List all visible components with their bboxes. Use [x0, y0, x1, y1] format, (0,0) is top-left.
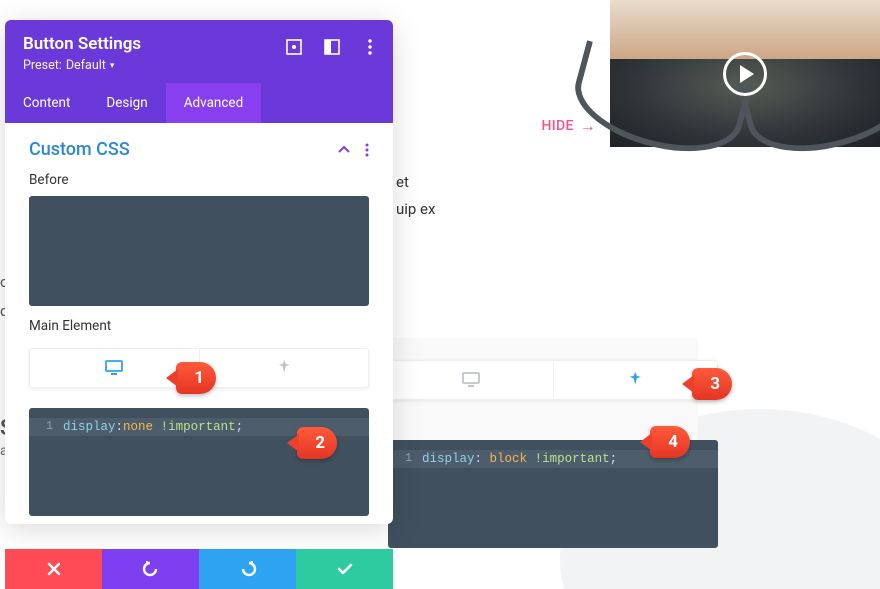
- responsive-tab-strip-right: [388, 360, 718, 400]
- preset-dropdown[interactable]: Preset: Default ▾: [23, 58, 375, 73]
- before-code-input[interactable]: [29, 196, 369, 306]
- tab-advanced[interactable]: Advanced: [166, 83, 262, 123]
- line-number: 1: [388, 452, 422, 465]
- bg-text-fragment: et: [396, 168, 409, 197]
- section-custom-css: Custom CSS Before Main Element: [5, 123, 393, 524]
- tab-design[interactable]: Design: [88, 83, 165, 123]
- section-title: Custom CSS: [29, 139, 130, 160]
- sticky-tab[interactable]: [200, 349, 369, 387]
- code-content: display: block !important;: [422, 452, 617, 466]
- monitor-icon: [462, 372, 480, 388]
- before-label: Before: [29, 172, 369, 188]
- callout-3: 3: [692, 368, 732, 400]
- redo-icon: [239, 561, 257, 577]
- callout-1: 1: [176, 362, 216, 394]
- monitor-icon: [105, 360, 123, 376]
- hide-label: HIDE: [542, 118, 574, 134]
- panel-layout-icon[interactable]: [323, 38, 341, 56]
- play-icon: [723, 52, 767, 96]
- focus-icon[interactable]: [285, 38, 303, 56]
- collapse-icon[interactable]: [337, 143, 351, 157]
- tab-content[interactable]: Content: [5, 83, 88, 123]
- play-triangle-icon: [740, 65, 754, 83]
- undo-button[interactable]: [102, 549, 199, 589]
- video-thumbnail[interactable]: [610, 0, 880, 147]
- desktop-tab[interactable]: [389, 361, 553, 399]
- pin-icon: [277, 360, 291, 376]
- check-icon: [337, 563, 353, 575]
- main-element-code-editor-left[interactable]: 1 display:none !important;: [29, 408, 369, 516]
- panel-header: Button Settings Preset: Default ▾: [5, 20, 393, 83]
- code-content: display:none !important;: [63, 420, 243, 434]
- redo-button[interactable]: [199, 549, 296, 589]
- save-button[interactable]: [296, 549, 393, 589]
- callout-2: 2: [297, 427, 337, 459]
- chevron-down-icon: ▾: [110, 61, 115, 71]
- preset-value: Default: [66, 58, 106, 73]
- panel-footer: [5, 549, 393, 589]
- cancel-button[interactable]: [5, 549, 102, 589]
- more-vertical-icon[interactable]: [361, 38, 379, 56]
- bg-text-fragment: uip ex: [396, 195, 435, 224]
- line-number: 1: [29, 420, 63, 433]
- pin-icon: [628, 372, 642, 388]
- callout-4: 4: [650, 426, 690, 458]
- video-bg: [610, 0, 880, 59]
- undo-icon: [142, 561, 160, 577]
- more-vertical-icon[interactable]: [365, 143, 369, 157]
- main-element-label: Main Element: [29, 318, 369, 334]
- hide-link[interactable]: HIDE →: [542, 116, 596, 136]
- close-icon: [47, 562, 61, 576]
- preset-label: Preset:: [23, 58, 62, 73]
- settings-tabs: Content Design Advanced: [5, 83, 393, 123]
